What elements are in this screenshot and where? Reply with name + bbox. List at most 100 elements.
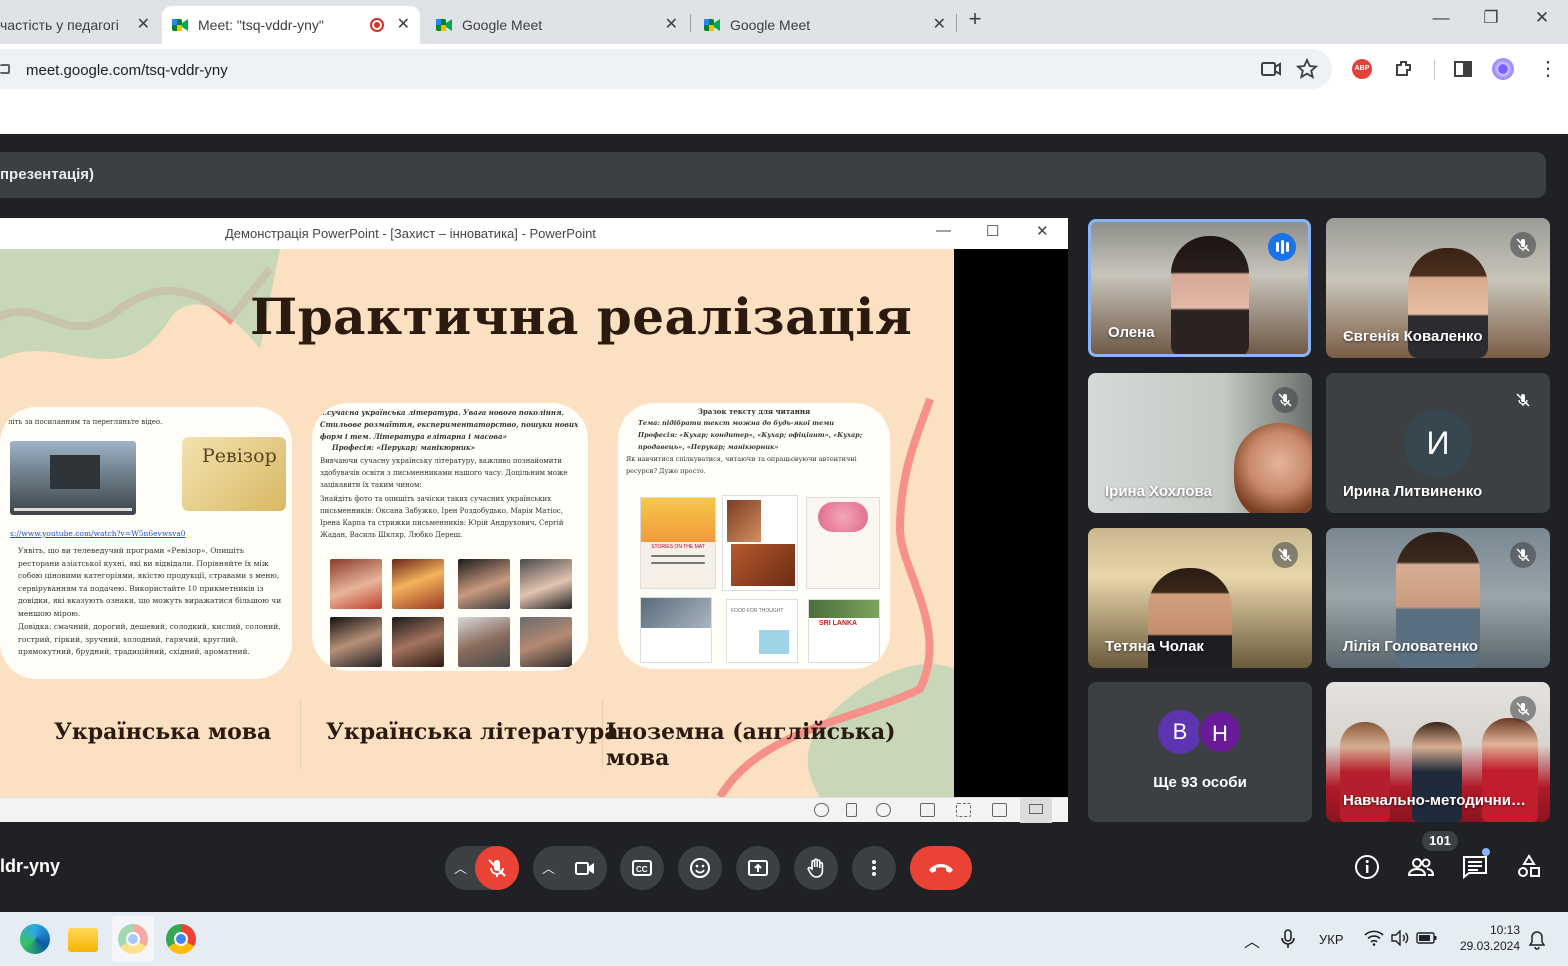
- wifi-icon[interactable]: [1364, 930, 1384, 946]
- others-avatar: В: [1158, 710, 1202, 754]
- participant-tile[interactable]: Тетяна Чолак: [1088, 528, 1312, 668]
- slide-card-ukrainian-language: літь за посиланням та перегляньте відео.…: [0, 407, 292, 679]
- end-call-icon: [929, 864, 953, 873]
- svg-text:CC: CC: [636, 865, 648, 874]
- side-panel-icon[interactable]: [1452, 58, 1474, 80]
- microphone-icon[interactable]: [1280, 928, 1296, 950]
- raise-hand-button[interactable]: [794, 846, 838, 890]
- card2-text2: Знайдіть фото та опишіть зачіски таких с…: [320, 495, 564, 539]
- profile-avatar[interactable]: [1492, 58, 1514, 80]
- activities-button[interactable]: [1514, 852, 1544, 882]
- slide-card-english: Зразок тексту для читання Тема: підібрат…: [618, 403, 890, 669]
- leave-call-button[interactable]: [910, 846, 972, 890]
- adblock-icon[interactable]: ABP: [1352, 59, 1372, 79]
- window-close-button[interactable]: ✕: [1527, 8, 1557, 28]
- participant-count: 101: [1429, 833, 1451, 848]
- card2-profession: Професія: «Перукар; манікюрник»: [332, 443, 476, 452]
- more-options-button[interactable]: [852, 846, 896, 890]
- ppt-window-title: Демонстрація PowerPoint - [Захист – інно…: [225, 226, 596, 241]
- speaking-indicator-icon: [1268, 233, 1296, 261]
- card1-help: Довідка: смачний, дорогий, дешевий, соло…: [18, 622, 281, 656]
- close-icon[interactable]: ✕: [397, 14, 410, 34]
- file-explorer-icon[interactable]: [68, 928, 98, 952]
- extensions-icon[interactable]: [1393, 58, 1415, 80]
- screen-letterbox: [954, 249, 1068, 797]
- chat-button[interactable]: [1460, 848, 1490, 882]
- next-slide-icon[interactable]: [876, 803, 891, 817]
- mic-options-chevron-icon[interactable]: ︿: [454, 858, 467, 877]
- info-icon: [1355, 855, 1379, 879]
- others-tile[interactable]: В Н Ще 93 особи: [1088, 682, 1312, 822]
- mic-off-icon: [1510, 542, 1536, 568]
- writer-photo: [392, 617, 444, 667]
- subject-divider: [300, 699, 301, 769]
- browser-tab-active[interactable]: Meet: "tsq-vddr-yny" ✕: [162, 6, 420, 44]
- card1-intro: літь за посиланням та перегляньте відео.: [8, 418, 163, 426]
- camera-options-chevron-icon[interactable]: ︿: [542, 858, 555, 877]
- chat-icon: [1463, 856, 1487, 880]
- mic-off-icon: [488, 859, 506, 877]
- ppt-minimize-button[interactable]: —: [936, 222, 951, 239]
- edge-icon[interactable]: [20, 924, 50, 954]
- tray-overflow-chevron-icon[interactable]: ︿: [1244, 928, 1260, 952]
- slide-menu-icon[interactable]: [846, 803, 857, 817]
- camera-icon[interactable]: [1260, 58, 1282, 80]
- chrome-icon[interactable]: [166, 924, 196, 954]
- meet-icon: [704, 18, 720, 32]
- present-screen-button[interactable]: [736, 846, 780, 890]
- recording-icon: [370, 18, 384, 32]
- meeting-details-button[interactable]: [1352, 852, 1382, 882]
- participant-name: Євгенія Коваленко: [1343, 328, 1483, 345]
- captions-button[interactable]: CC: [620, 846, 664, 890]
- participant-tile[interactable]: Ірина Хохлова: [1088, 373, 1312, 513]
- reading-view-icon[interactable]: [992, 803, 1007, 817]
- magazine-image: [641, 598, 711, 628]
- participant-tile[interactable]: И Ирина Литвиненко: [1326, 373, 1550, 513]
- ppt-maximize-button[interactable]: ☐: [986, 222, 999, 240]
- menu-kebab-icon[interactable]: ⋮: [1538, 58, 1558, 80]
- input-language[interactable]: УКР: [1319, 932, 1344, 947]
- participant-tile[interactable]: Навчально-методични…: [1326, 682, 1550, 822]
- participant-tile[interactable]: Євгенія Коваленко: [1326, 218, 1550, 358]
- url-text[interactable]: meet.google.com/tsq-vddr-yny: [26, 62, 228, 79]
- maximize-button[interactable]: ❐: [1476, 8, 1506, 28]
- normal-view-icon[interactable]: [920, 803, 935, 817]
- participant-tile[interactable]: Олена: [1088, 219, 1311, 357]
- card1-link[interactable]: s://www.youtube.com/watch?v=W5n6evwsva0: [2, 529, 194, 539]
- participant-tile[interactable]: Лілія Головатенко: [1326, 528, 1550, 668]
- presentation-title-bar: презентація): [0, 152, 1546, 198]
- site-settings-icon[interactable]: [0, 64, 10, 74]
- slideshow-view-icon[interactable]: [1020, 798, 1052, 823]
- camera-toggle-button[interactable]: [563, 846, 607, 890]
- magazine3-title: SRI LANKA: [819, 620, 858, 627]
- tab-title: Meet: "tsq-vddr-yny": [198, 17, 324, 33]
- close-icon[interactable]: ✕: [137, 14, 150, 34]
- bookmark-star-icon[interactable]: [1296, 58, 1318, 80]
- browser-tab[interactable]: частість у педагогічно ✕: [0, 6, 160, 44]
- minimize-button[interactable]: —: [1426, 8, 1456, 28]
- new-tab-button[interactable]: +: [960, 6, 990, 32]
- card3-profession: Професія: «Кухар; кондитер», «Кухар; офі…: [638, 431, 863, 451]
- magazine-yoga-image: [641, 498, 715, 542]
- magazine-elephant-image: [809, 600, 879, 618]
- prev-slide-icon[interactable]: [814, 803, 829, 817]
- ppt-close-button[interactable]: ✕: [1036, 222, 1049, 240]
- people-button[interactable]: [1406, 852, 1436, 882]
- reactions-button[interactable]: [678, 846, 722, 890]
- mic-toggle-button[interactable]: [475, 846, 519, 890]
- revizor-badge: Ревізор: [182, 437, 286, 511]
- card3-theme: Тема: підібрати текст можна до будь-якої…: [638, 419, 835, 427]
- writer-photo: [458, 559, 510, 609]
- close-icon[interactable]: ✕: [665, 14, 678, 34]
- magazine-text: [651, 562, 705, 564]
- notifications-bell-icon[interactable]: [1528, 930, 1546, 950]
- system-clock[interactable]: 10:13 29.03.2024: [1460, 922, 1520, 954]
- browser-tab[interactable]: Google Meet ✕: [690, 6, 956, 44]
- active-app-indicator: [112, 916, 154, 962]
- battery-icon[interactable]: [1416, 931, 1438, 945]
- close-icon[interactable]: ✕: [933, 14, 946, 34]
- browser-tab[interactable]: Google Meet ✕: [422, 6, 688, 44]
- card1-text: Уявіть, що ви телеведучий програми «Реві…: [18, 546, 282, 618]
- slide-sorter-icon[interactable]: [956, 803, 971, 817]
- volume-icon[interactable]: [1390, 930, 1410, 946]
